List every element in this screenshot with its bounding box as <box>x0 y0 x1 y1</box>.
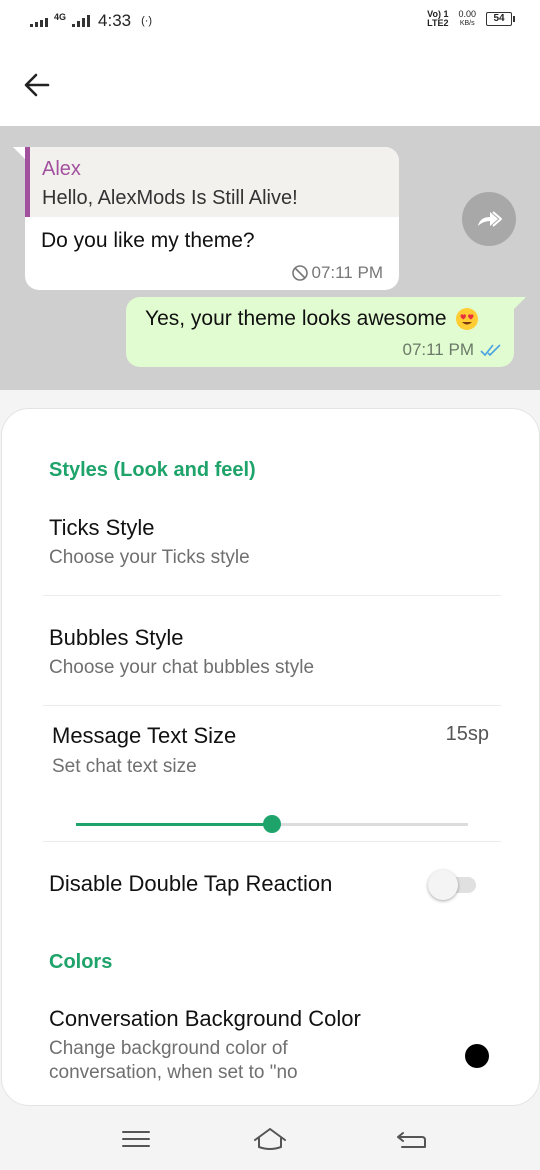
divider <box>43 595 501 596</box>
hotspot-icon: (·) <box>141 15 153 27</box>
divider <box>43 705 501 706</box>
forward-button[interactable] <box>462 192 516 246</box>
quoted-sender-name: Alex <box>42 158 81 180</box>
incoming-message-time: 07:11 PM <box>311 263 383 282</box>
color-swatch[interactable] <box>465 1044 489 1068</box>
pref-bubbles-title: Bubbles Style <box>49 625 184 650</box>
pref-text-size-subtitle: Set chat text size <box>52 756 197 777</box>
outgoing-message-time: 07:11 PM <box>402 340 474 359</box>
status-bar: 4G 4:33 (·) Vo) 1 LTE2 0.00 KB/s 54 <box>0 0 540 44</box>
outgoing-message: Yes, your theme looks awesome <box>145 307 479 331</box>
navigation-bar <box>0 1110 540 1170</box>
toggle-knob <box>428 870 458 900</box>
pref-text-size-title: Message Text Size <box>52 723 237 748</box>
return-icon <box>397 1132 426 1148</box>
pref-bg-color-subtitle-line2: conversation, when set to "no <box>49 1062 298 1083</box>
outgoing-message-bubble: Yes, your theme looks awesome 07:11 PM <box>126 297 526 367</box>
quoted-message-text: Hello, AlexMods Is Still Alive! <box>42 187 298 209</box>
double-check-icon <box>480 344 501 357</box>
chat-preview: Alex Hello, AlexMods Is Still Alive! Do … <box>0 126 540 390</box>
outgoing-message-meta: 07:11 PM <box>402 340 502 360</box>
signal-icon-2 <box>72 15 91 27</box>
volte-indicator: Vo) 1 LTE2 <box>427 9 449 28</box>
network-type: 4G <box>54 11 67 22</box>
nav-menu-button[interactable] <box>118 1124 154 1154</box>
settings-sheet: Styles (Look and feel) Ticks Style Choos… <box>1 408 540 1106</box>
slider-thumb[interactable] <box>263 815 281 833</box>
pref-ticks-subtitle: Choose your Ticks style <box>49 547 250 568</box>
slider-fill <box>76 823 272 826</box>
pref-ticks-title: Ticks Style <box>49 515 155 540</box>
pref-bubbles-subtitle: Choose your chat bubbles style <box>49 657 315 678</box>
app-bar <box>0 44 540 126</box>
menu-icon <box>122 1131 150 1147</box>
quoted-message: Alex Hello, AlexMods Is Still Alive! <box>25 147 399 217</box>
divider <box>43 841 501 842</box>
back-button[interactable] <box>20 68 54 102</box>
signal-icon <box>30 15 48 27</box>
status-right: Vo) 1 LTE2 0.00 KB/s 54 <box>427 9 515 28</box>
arrow-left-icon <box>24 73 50 97</box>
blocked-clock-icon <box>292 265 309 281</box>
nav-home-button[interactable] <box>252 1124 288 1154</box>
pref-double-tap-title: Disable Double Tap Reaction <box>49 871 333 896</box>
nav-back-button[interactable] <box>394 1124 430 1154</box>
pref-bg-color-title: Conversation Background Color <box>49 1006 361 1031</box>
pref-bg-color-subtitle-line1: Change background color of <box>49 1038 288 1059</box>
incoming-message-bubble: Alex Hello, AlexMods Is Still Alive! Do … <box>13 147 399 290</box>
text-size-slider[interactable] <box>76 814 468 834</box>
incoming-message-text: Do you like my theme? <box>41 229 255 252</box>
battery-icon: 54 <box>486 12 515 26</box>
status-left: 4G 4:33 (·) <box>30 11 152 31</box>
incoming-message-meta: 07:11 PM <box>291 263 383 283</box>
double-tap-toggle[interactable] <box>428 870 478 900</box>
status-time: 4:33 <box>98 11 132 30</box>
home-icon <box>254 1128 286 1150</box>
text-size-value: 15sp <box>445 723 489 745</box>
section-header-colors: Colors <box>49 951 113 973</box>
network-speed: 0.00 KB/s <box>458 9 476 28</box>
share-forward-icon <box>478 211 502 227</box>
section-header-styles: Styles (Look and feel) <box>49 459 256 481</box>
outgoing-message-text: Yes, your theme looks awesome <box>145 307 447 330</box>
heart-eyes-emoji-icon <box>455 308 478 330</box>
